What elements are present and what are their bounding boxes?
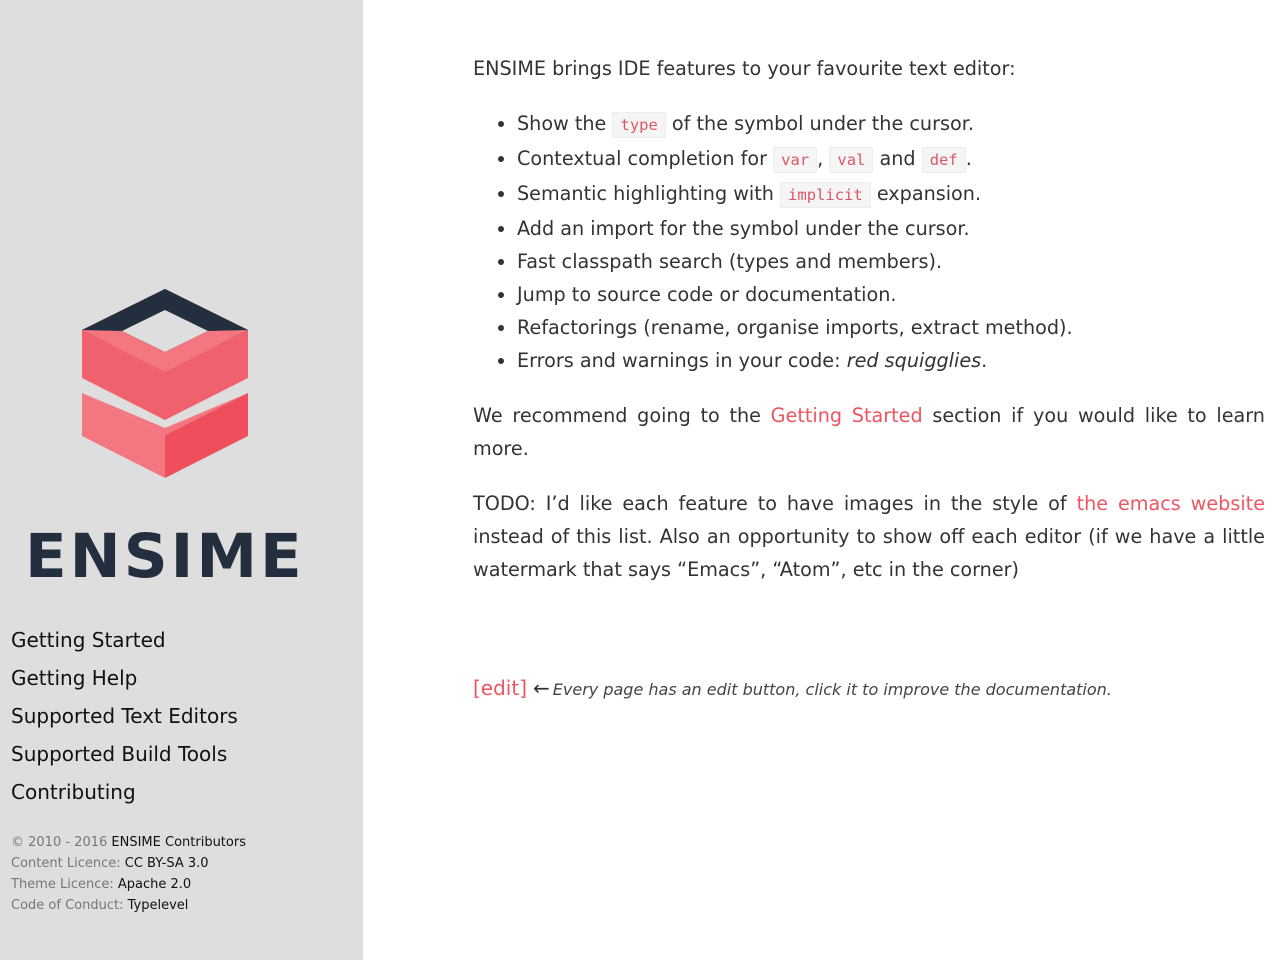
copyright-label: © 2010 - 2016: [11, 835, 108, 850]
feature-item: Errors and warnings in your code: red sq…: [517, 344, 1265, 377]
code-implicit: implicit: [780, 182, 871, 208]
code-def: def: [921, 147, 966, 173]
feature-item: Refactorings (rename, organise imports, …: [517, 311, 1265, 344]
content-licence-label: Content Licence:: [11, 856, 121, 871]
feature-item: Semantic highlighting with implicit expa…: [517, 177, 1265, 212]
edit-note: Every page has an edit button, click it …: [552, 680, 1112, 699]
recommend-text: We recommend going to the: [473, 404, 761, 427]
conduct-link[interactable]: Typelevel: [128, 898, 189, 913]
ensime-wordmark: ENSIME: [25, 521, 305, 592]
recommend-paragraph: We recommend going to the Getting Starte…: [473, 399, 1265, 465]
code-type: type: [612, 112, 666, 138]
getting-started-link[interactable]: Getting Started: [771, 404, 923, 427]
content-licence-link[interactable]: CC BY-SA 3.0: [125, 856, 209, 871]
theme-licence-link[interactable]: Apache 2.0: [118, 877, 191, 892]
nav-item-supported-build-tools[interactable]: Supported Build Tools: [11, 735, 238, 773]
feature-item: Show the type of the symbol under the cu…: [517, 107, 1265, 142]
edit-link[interactable]: [edit]: [473, 676, 527, 700]
todo-paragraph: TODO: I’d like each feature to have imag…: [473, 487, 1265, 586]
todo-text: instead of this list. Also an opportunit…: [473, 525, 1265, 581]
feature-item: Jump to source code or documentation.: [517, 278, 1265, 311]
feature-text: Semantic highlighting with: [517, 182, 774, 205]
nav-item-supported-text-editors[interactable]: Supported Text Editors: [11, 697, 238, 735]
feature-item: Fast classpath search (types and members…: [517, 245, 1265, 278]
feature-item: Contextual completion for var, val and d…: [517, 142, 1265, 177]
feature-emphasis: red squigglies: [846, 349, 982, 372]
feature-item: Add an import for the symbol under the c…: [517, 212, 1265, 245]
conduct-label: Code of Conduct:: [11, 898, 124, 913]
sidebar: ENSIME Getting Started Getting Help Supp…: [0, 0, 363, 960]
sidebar-footer: © 2010 - 2016 ENSIME Contributors Conten…: [11, 832, 246, 916]
main-content: ENSIME brings IDE features to your favou…: [473, 52, 1265, 586]
code-var: var: [773, 147, 818, 173]
feature-text: .: [965, 147, 972, 170]
copyright-holder-link[interactable]: ENSIME Contributors: [111, 835, 246, 850]
feature-text: expansion.: [876, 182, 982, 205]
nav-item-contributing[interactable]: Contributing: [11, 773, 238, 811]
ensime-logo-icon: [82, 289, 248, 478]
feature-text: of the symbol under the cursor.: [671, 112, 974, 135]
code-val: val: [829, 147, 874, 173]
feature-text: .: [981, 349, 988, 372]
feature-list: Show the type of the symbol under the cu…: [473, 107, 1265, 377]
edit-row: [edit] ← Every page has an edit button, cl…: [473, 672, 1112, 706]
feature-text: Show the: [517, 112, 607, 135]
emacs-website-link[interactable]: the emacs website: [1077, 492, 1265, 515]
feature-text: Errors and warnings in your code:: [517, 349, 841, 372]
left-arrow-icon: ←: [533, 676, 550, 700]
todo-text: TODO: I’d like each feature to have imag…: [473, 492, 1067, 515]
theme-licence-label: Theme Licence:: [11, 877, 114, 892]
feature-text: Contextual completion for: [517, 147, 768, 170]
sidebar-nav: Getting Started Getting Help Supported T…: [11, 621, 238, 811]
nav-item-getting-started[interactable]: Getting Started: [11, 621, 238, 659]
feature-text: and: [879, 147, 916, 170]
feature-text: ,: [817, 147, 824, 170]
nav-item-getting-help[interactable]: Getting Help: [11, 659, 238, 697]
intro-paragraph: ENSIME brings IDE features to your favou…: [473, 57, 1016, 80]
